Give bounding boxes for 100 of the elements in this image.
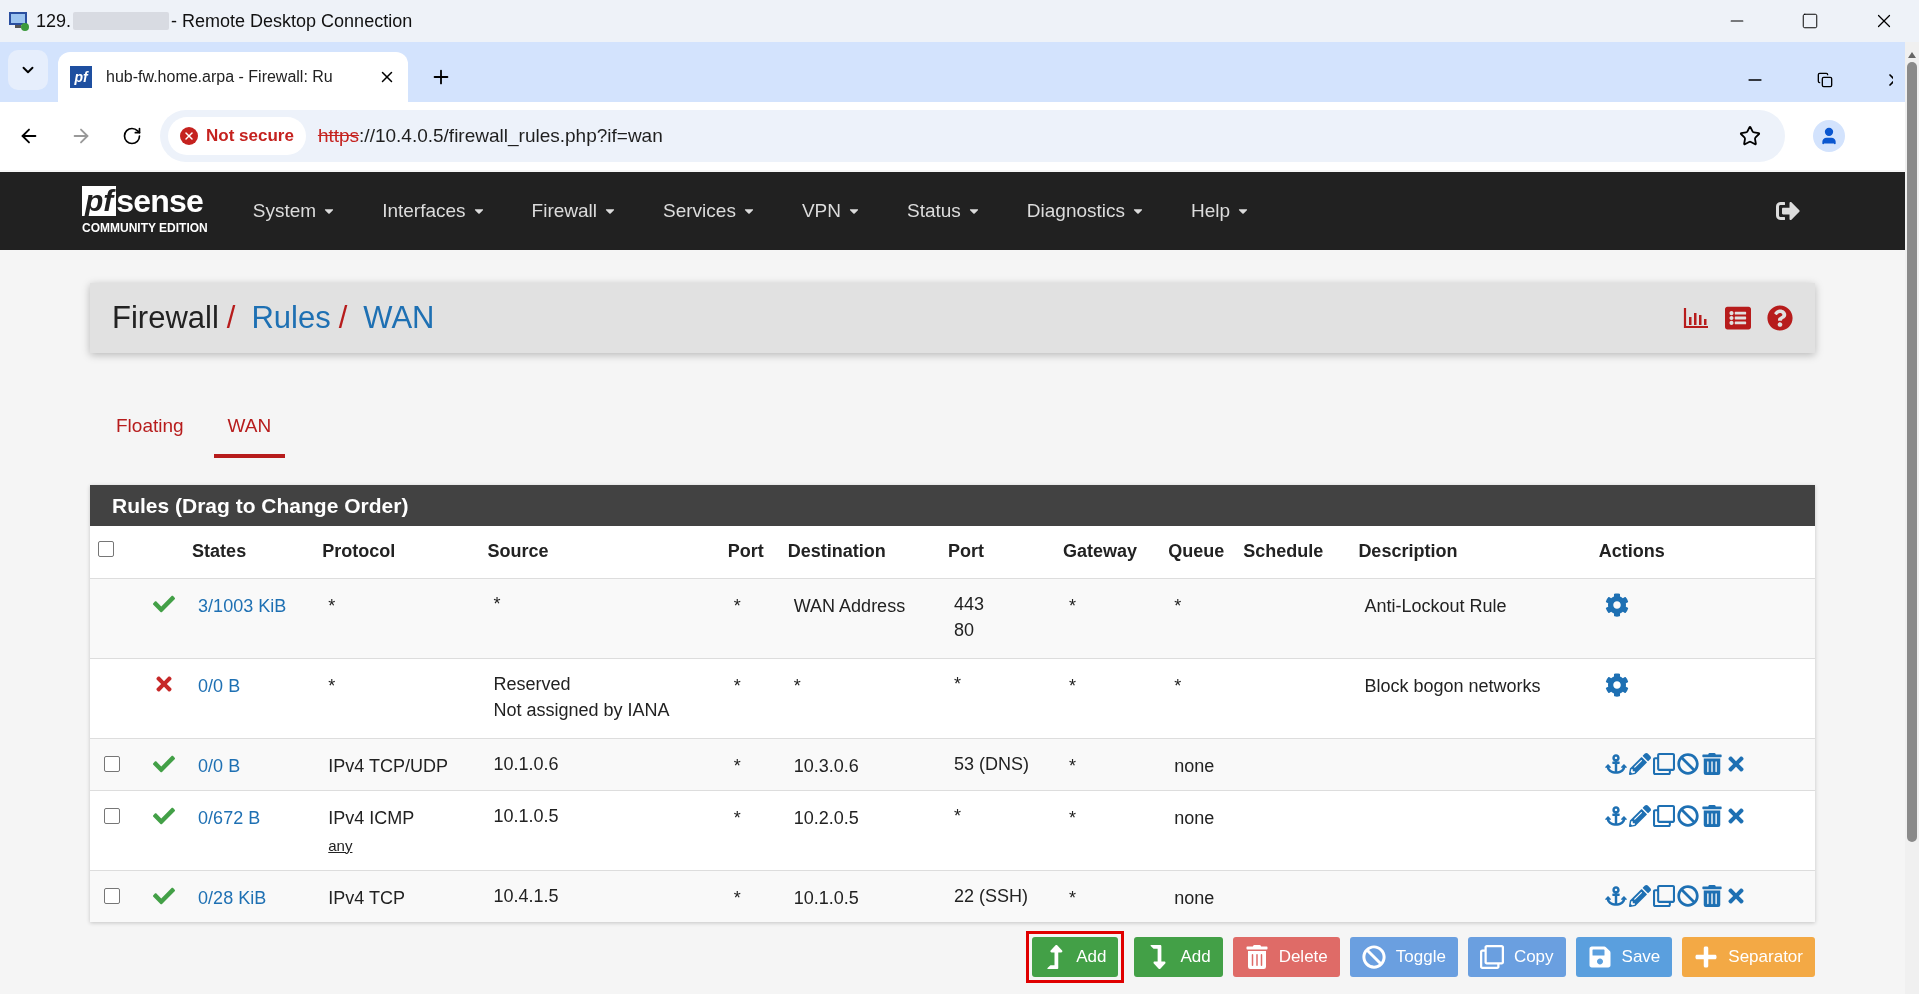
states-link[interactable]: 3/1003 KiB — [198, 595, 287, 616]
destination-text: 10.1.0.5 — [793, 887, 859, 908]
scroll-up-icon[interactable] — [1908, 52, 1916, 58]
gateway-text: * — [1069, 887, 1077, 908]
copy-icon[interactable] — [1652, 884, 1675, 907]
gateway-text: * — [1069, 807, 1077, 828]
nav-menu-item[interactable]: System — [229, 196, 360, 226]
column-header: Protocol — [322, 541, 396, 562]
panel-heading: Rules (Drag to Change Order) — [90, 485, 1815, 526]
queue-text: * — [1174, 595, 1182, 616]
source-text: 10.1.0.6 — [493, 752, 560, 776]
nav-menu-item[interactable]: Diagnostics — [1003, 196, 1169, 226]
error-icon — [180, 127, 198, 145]
ban-icon[interactable] — [1676, 884, 1699, 907]
list-icon[interactable] — [1725, 305, 1751, 331]
port-text: * — [953, 672, 962, 696]
states-link[interactable]: 0/0 B — [198, 675, 241, 696]
copy-icon[interactable] — [1652, 804, 1675, 827]
breadcrumb-item: Firewall — [112, 298, 219, 337]
description-text: Anti-Lockout Rule — [1364, 595, 1507, 616]
copy-icon[interactable] — [1652, 752, 1675, 775]
pencil-icon[interactable] — [1628, 804, 1651, 827]
port-text: 53 (DNS) — [953, 752, 1030, 776]
ban-icon[interactable] — [1676, 804, 1699, 827]
tab[interactable]: Floating — [102, 398, 198, 458]
logout-icon[interactable] — [1776, 199, 1800, 223]
port-text: * — [733, 755, 741, 776]
pfsense-logo[interactable]: pfsense COMMUNITY EDITION — [82, 185, 208, 237]
states-link[interactable]: 0/0 B — [198, 755, 241, 776]
gateway-text: * — [1069, 595, 1077, 616]
states-link[interactable]: 0/672 B — [198, 807, 261, 828]
tab[interactable]: WAN — [213, 398, 286, 458]
ban-icon[interactable] — [1676, 752, 1699, 775]
address-bar[interactable]: Not secure https://10.4.0.5/firewall_rules.php?if=wan — [160, 110, 1785, 162]
destination-text: WAN Address — [793, 595, 906, 616]
breadcrumb-item[interactable]: Rules — [251, 294, 331, 342]
column-header: Gateway — [1063, 541, 1138, 562]
ban-icon — [1361, 945, 1386, 969]
checkbox[interactable] — [98, 541, 114, 558]
browser-tab[interactable]: pf hub-fw.home.arpa - Firewall: Ru — [58, 52, 408, 102]
port-text: 80 — [953, 618, 975, 642]
anchor-icon[interactable] — [1604, 884, 1627, 907]
protocol-text: IPv4 TCP/UDP — [328, 754, 449, 778]
checkbox[interactable] — [104, 887, 120, 904]
breadcrumb-item[interactable]: WAN — [363, 294, 435, 342]
save-icon — [1587, 945, 1612, 969]
profile-avatar[interactable] — [1813, 120, 1845, 152]
settings-icon[interactable] — [1604, 672, 1629, 697]
nav-menu-item[interactable]: Firewall — [508, 196, 641, 226]
anchor-icon[interactable] — [1604, 752, 1627, 775]
gateway-text: * — [1069, 755, 1077, 776]
help-icon[interactable] — [1767, 305, 1793, 331]
column-header: States — [192, 541, 247, 562]
column-header: Description — [1358, 541, 1458, 562]
trash-icon[interactable] — [1700, 884, 1723, 907]
nav-menu-item[interactable]: Services — [640, 196, 779, 226]
tab-title: hub-fw.home.arpa - Firewall: Ru — [106, 67, 333, 87]
checkbox[interactable] — [104, 755, 120, 772]
anchor-icon[interactable] — [1604, 804, 1627, 827]
toolbar-button[interactable]: Add — [1134, 937, 1223, 977]
trash-icon[interactable] — [1700, 752, 1723, 775]
port-text: * — [733, 675, 741, 696]
column-header: Source — [487, 541, 549, 562]
queue-text: none — [1174, 755, 1215, 776]
destination-text: 10.3.0.6 — [793, 755, 859, 776]
checkbox[interactable] — [104, 807, 120, 824]
column-header: Actions — [1598, 541, 1665, 562]
restore-icon[interactable] — [1817, 72, 1833, 88]
nav-menu-item[interactable]: VPN — [778, 196, 884, 226]
destination-text: * — [793, 675, 801, 696]
nav-menu-item[interactable]: Interfaces — [359, 196, 509, 226]
icmp-type-text: any — [328, 835, 353, 856]
scrollbar[interactable] — [1905, 42, 1919, 994]
breadcrumb-separator: / — [226, 298, 236, 337]
remote-desktop-icon — [8, 10, 30, 32]
url-text: https://10.4.0.5/firewall_rules.php?if=wan — [317, 123, 663, 149]
bar-chart-icon[interactable] — [1683, 307, 1709, 329]
scrollbar-thumb[interactable] — [1907, 62, 1917, 842]
window-title: 129. — [36, 9, 72, 33]
copy-icon — [1479, 945, 1504, 969]
toolbar-button[interactable]: Delete — [1232, 937, 1340, 977]
gateway-text: * — [1069, 675, 1077, 696]
pencil-icon[interactable] — [1628, 752, 1651, 775]
nav-menu-item[interactable]: Help — [1168, 196, 1274, 226]
port-text: * — [733, 595, 741, 616]
settings-icon[interactable] — [1604, 592, 1629, 617]
trash-icon[interactable] — [1700, 804, 1723, 827]
maximize-icon[interactable] — [1801, 12, 1819, 30]
bookmark-star-icon[interactable] — [1739, 125, 1761, 147]
protocol-text: * — [328, 594, 337, 618]
queue-text: none — [1174, 807, 1215, 828]
pencil-icon[interactable] — [1628, 884, 1651, 907]
states-link[interactable]: 0/28 KiB — [198, 887, 267, 908]
nav-menu-item[interactable]: Status — [883, 196, 1004, 226]
column-header: Port — [727, 541, 764, 562]
queue-text: none — [1174, 887, 1215, 908]
toolbar-button[interactable]: Add — [1032, 937, 1119, 977]
column-header: Port — [947, 541, 984, 562]
security-chip[interactable]: Not secure — [168, 117, 306, 155]
reload-icon[interactable] — [122, 126, 142, 146]
